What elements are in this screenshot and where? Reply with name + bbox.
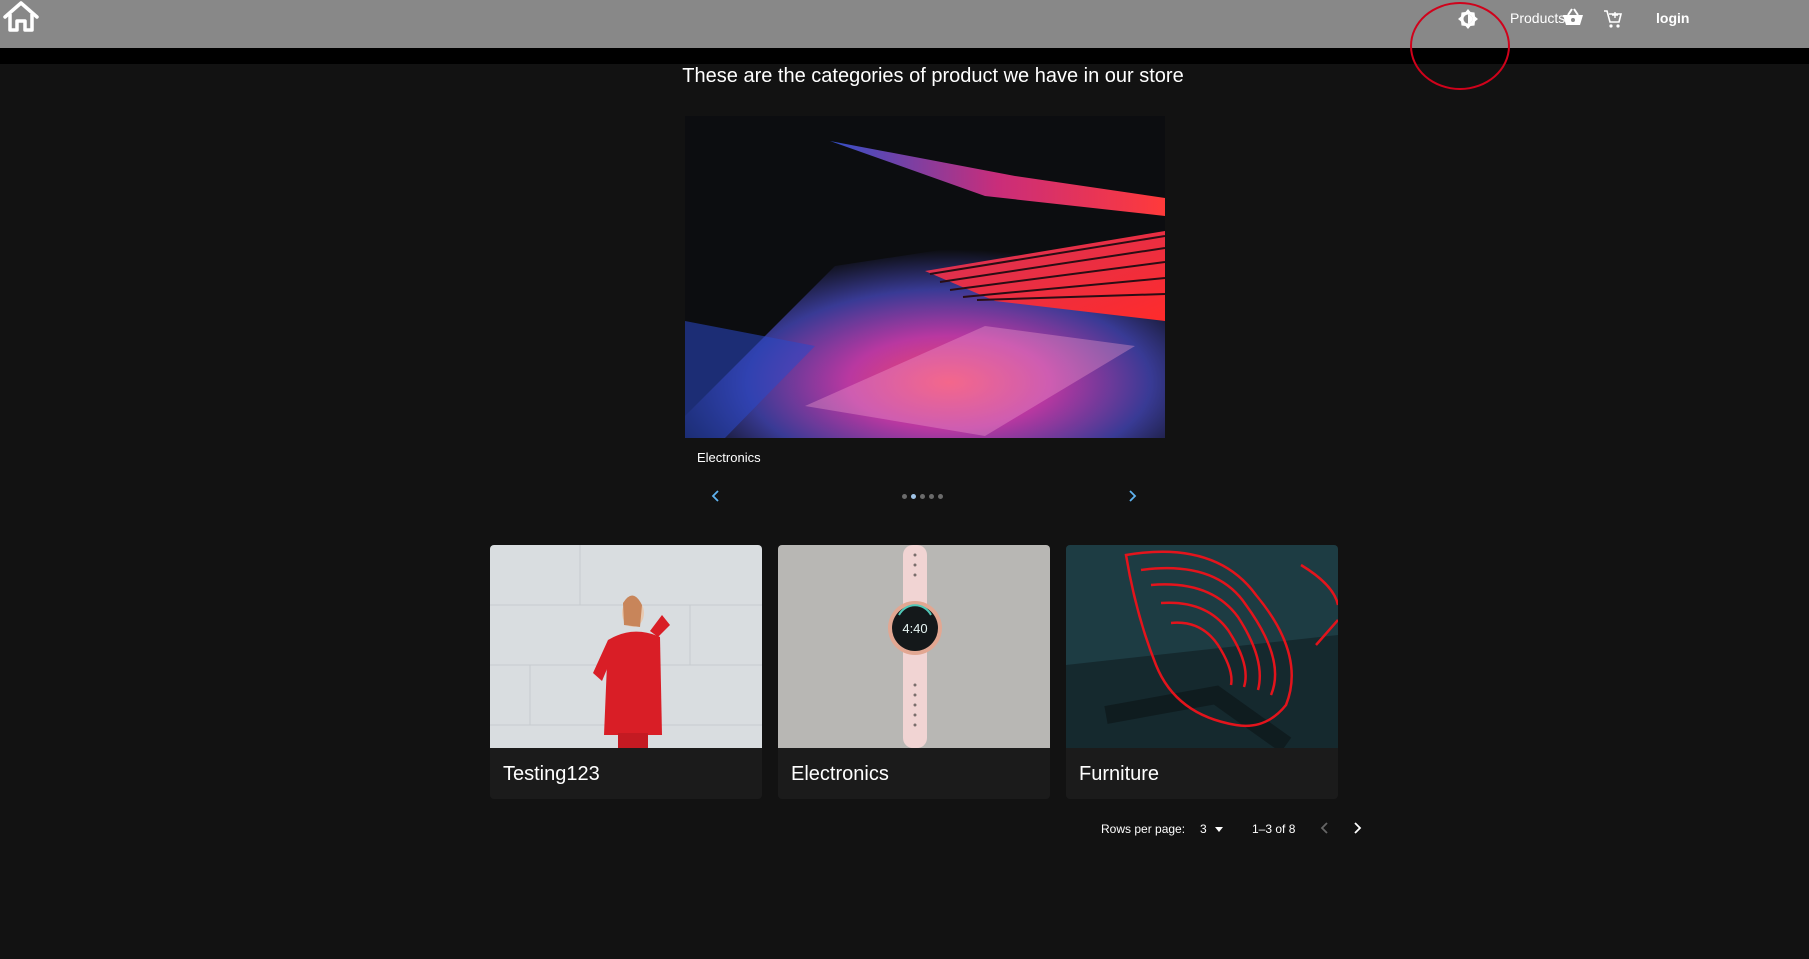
- category-card-title: Electronics: [791, 763, 889, 785]
- brightness-icon[interactable]: [1456, 7, 1480, 31]
- carousel-dot[interactable]: [911, 494, 916, 499]
- carousel-dot[interactable]: [920, 494, 925, 499]
- category-card[interactable]: Furniture: [1066, 545, 1338, 799]
- rows-per-page-select[interactable]: 3: [1200, 822, 1224, 836]
- chevron-left-icon[interactable]: [707, 487, 725, 505]
- carousel-dot[interactable]: [902, 494, 907, 499]
- rows-per-page-label: Rows per page:: [1101, 822, 1186, 836]
- page-heading: These are the categories of product we h…: [682, 65, 1184, 87]
- carousel-caption: Electronics: [697, 450, 761, 465]
- cart-icon[interactable]: [1603, 9, 1623, 29]
- app-bar-divider: [0, 48, 1809, 64]
- chevron-right-icon[interactable]: [1123, 487, 1141, 505]
- carousel-indicators: [902, 494, 943, 499]
- carousel-dot[interactable]: [929, 494, 934, 499]
- rows-per-page-value: 3: [1200, 822, 1207, 836]
- category-card-image: [1066, 545, 1338, 748]
- nav-products-link[interactable]: Products: [1510, 10, 1565, 26]
- carousel-dot[interactable]: [938, 494, 943, 499]
- chevron-left-icon[interactable]: [1317, 820, 1333, 836]
- carousel-image: [685, 116, 1165, 438]
- home-icon[interactable]: [2, 0, 40, 34]
- category-card-image: 4:40: [778, 545, 1050, 748]
- category-card[interactable]: Testing123: [490, 545, 762, 799]
- basket-icon[interactable]: [1562, 7, 1584, 27]
- chevron-right-icon[interactable]: [1349, 820, 1365, 836]
- category-card-title: Furniture: [1079, 763, 1160, 785]
- svg-text:4:40: 4:40: [902, 621, 927, 636]
- pagination-range: 1–3 of 8: [1252, 822, 1296, 836]
- caret-down-icon: [1215, 827, 1224, 833]
- login-button[interactable]: login: [1656, 10, 1689, 26]
- category-card[interactable]: 4:40 Electronics: [778, 545, 1050, 799]
- category-card-image: [490, 545, 762, 748]
- category-card-title: Testing123: [503, 763, 600, 785]
